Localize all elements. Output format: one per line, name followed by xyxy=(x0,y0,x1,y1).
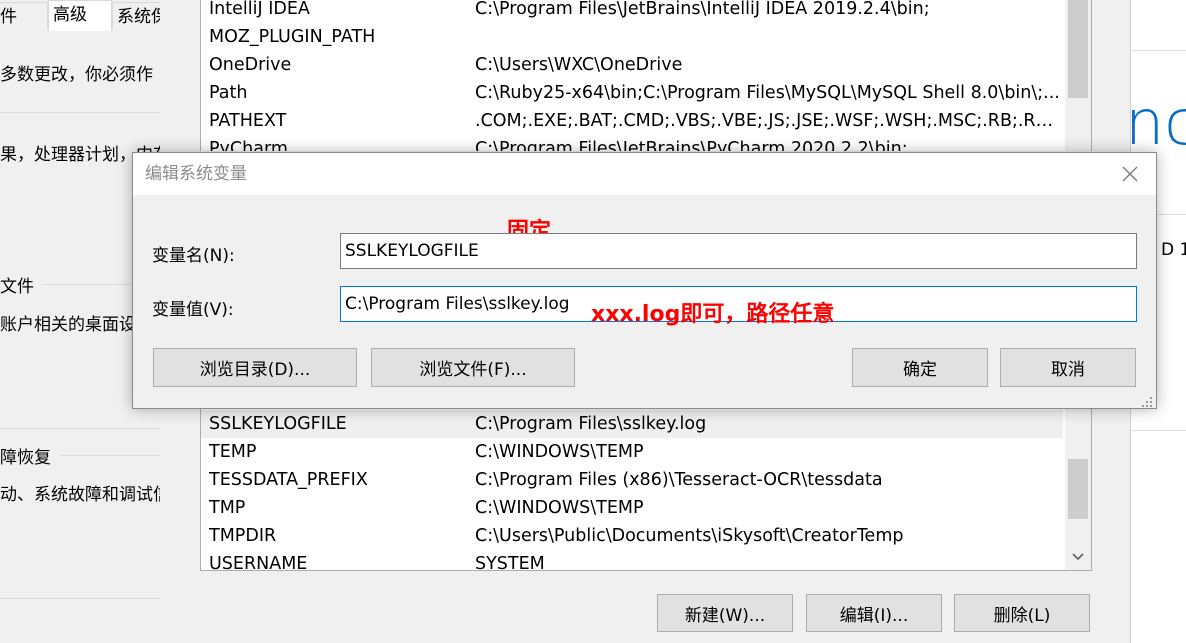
table-row-selected[interactable]: SSLKEYLOGFILE C:\Program Files\sslkey.lo… xyxy=(201,410,1063,438)
table-row[interactable]: OneDrive C:\Users\WXC\OneDrive xyxy=(201,51,1063,79)
variable-value: .COM;.EXE;.BAT;.CMD;.VBS;.VBE;.JS;.JSE;.… xyxy=(475,111,1060,131)
divider xyxy=(60,455,160,456)
background-text-fragment: D 1.6 xyxy=(1161,240,1186,260)
variable-value: SYSTEM xyxy=(475,554,545,571)
variable-name: OneDrive xyxy=(209,55,292,75)
edit-system-variable-dialog: 编辑系统变量 固定 变量名(N): 变量值(V): xxx.log即可，路径任意… xyxy=(132,152,1157,409)
system-properties-tabs: 硬件 高级 系统保 xyxy=(0,0,160,31)
close-icon[interactable] xyxy=(1118,162,1142,186)
browse-directory-button[interactable]: 浏览目录(D)... xyxy=(153,348,357,387)
variable-name-label: 变量名(N): xyxy=(152,246,235,266)
dialog-title: 编辑系统变量 xyxy=(145,164,247,184)
table-row[interactable]: TMPDIR C:\Users\Public\Documents\iSkysof… xyxy=(201,522,1063,550)
divider xyxy=(0,112,160,113)
variable-name: TMPDIR xyxy=(209,526,277,546)
table-row[interactable]: IntelliJ IDEA C:\Program Files\JetBrains… xyxy=(201,0,1063,23)
variable-value: C:\Program Files (x86)\Tesseract-OCR\tes… xyxy=(475,470,883,490)
variable-name: TESSDATA_PREFIX xyxy=(209,470,368,490)
vertical-scrollbar[interactable] xyxy=(1065,409,1091,570)
variable-name: MOZ_PLUGIN_PATH xyxy=(209,27,376,47)
table-row[interactable]: Path C:\Ruby25-x64\bin;C:\Program Files\… xyxy=(201,79,1063,107)
new-variable-button[interactable]: 新建(W)... xyxy=(657,594,793,632)
user-profiles-heading: 文件 xyxy=(0,277,34,297)
variable-name: IntelliJ IDEA xyxy=(209,0,310,19)
scroll-down-icon[interactable] xyxy=(1065,547,1091,567)
system-variables-list-top: IntelliJ IDEA C:\Program Files\JetBrains… xyxy=(200,0,1092,151)
variable-value: C:\Program Files\JetBrains\PyCharm 2020.… xyxy=(475,139,908,151)
table-row[interactable]: TEMP C:\WINDOWS\TEMP xyxy=(201,438,1063,466)
table-row[interactable]: TESSDATA_PREFIX C:\Program Files (x86)\T… xyxy=(201,466,1063,494)
variable-value xyxy=(475,23,1060,51)
scrollbar-thumb[interactable] xyxy=(1068,0,1088,98)
delete-variable-button[interactable]: 删除(L) xyxy=(954,594,1090,632)
variable-name: USERNAME xyxy=(209,554,308,571)
variable-name: Path xyxy=(209,83,248,103)
user-profiles-description: 账户相关的桌面设 xyxy=(0,315,136,335)
dialog-titlebar[interactable]: 编辑系统变量 xyxy=(133,153,1156,195)
variable-value: C:\Users\Public\Documents\iSkysoft\Creat… xyxy=(475,526,904,546)
variable-name-input[interactable] xyxy=(340,233,1137,269)
divider xyxy=(0,428,160,429)
variable-name: PyCharm xyxy=(209,139,288,151)
variable-name: SSLKEYLOGFILE xyxy=(209,414,347,434)
vertical-scrollbar[interactable] xyxy=(1065,0,1091,151)
variable-name: PATHEXT xyxy=(209,111,287,131)
divider xyxy=(1131,430,1186,431)
edit-variable-button[interactable]: 编辑(I)... xyxy=(806,594,942,632)
variable-value: C:\Program Files\sslkey.log xyxy=(475,414,707,434)
table-row[interactable]: PATHEXT .COM;.EXE;.BAT;.CMD;.VBS;.VBE;.J… xyxy=(201,107,1063,135)
tab-hardware[interactable]: 硬件 xyxy=(0,2,48,30)
variable-name: TMP xyxy=(209,498,246,518)
system-variables-list-bottom: SSLKEYLOGFILE C:\Program Files\sslkey.lo… xyxy=(200,409,1092,571)
variable-name: TEMP xyxy=(209,442,257,462)
divider xyxy=(0,598,160,599)
table-row[interactable]: PyCharm C:\Program Files\JetBrains\PyCha… xyxy=(201,135,1063,151)
table-row[interactable]: USERNAME SYSTEM xyxy=(201,550,1063,571)
scrollbar-thumb[interactable] xyxy=(1068,459,1088,519)
divider xyxy=(1131,50,1186,51)
variable-value: C:\WINDOWS\TEMP xyxy=(475,442,644,462)
table-row[interactable]: MOZ_PLUGIN_PATH xyxy=(201,23,1063,51)
background-heading-fragment: nc xyxy=(1131,88,1186,158)
annotation-value-any-path: xxx.log即可，路径任意 xyxy=(591,302,835,327)
variable-value-label: 变量值(V): xyxy=(152,300,234,320)
browse-file-button[interactable]: 浏览文件(F)... xyxy=(371,348,575,387)
ok-button[interactable]: 确定 xyxy=(852,348,988,387)
tab-system-protection[interactable]: 系统保 xyxy=(112,2,160,30)
cancel-button[interactable]: 取消 xyxy=(1000,348,1136,387)
variable-value: C:\Users\WXC\OneDrive xyxy=(475,55,683,75)
variable-value: C:\WINDOWS\TEMP xyxy=(475,498,644,518)
tab-advanced[interactable]: 高级 xyxy=(48,0,112,31)
table-row[interactable]: TMP C:\WINDOWS\TEMP xyxy=(201,494,1063,522)
variable-value: C:\Ruby25-x64\bin;C:\Program Files\MySQL… xyxy=(475,83,1060,103)
admin-notice-text: 多数更改，你必须作 xyxy=(0,65,153,85)
startup-recovery-heading: 障恢复 xyxy=(0,448,51,468)
resize-grip-icon[interactable] xyxy=(1141,393,1153,407)
variable-value: C:\Program Files\JetBrains\IntelliJ IDEA… xyxy=(475,0,930,19)
startup-recovery-description: 动、系统故障和调试信 xyxy=(0,485,160,505)
